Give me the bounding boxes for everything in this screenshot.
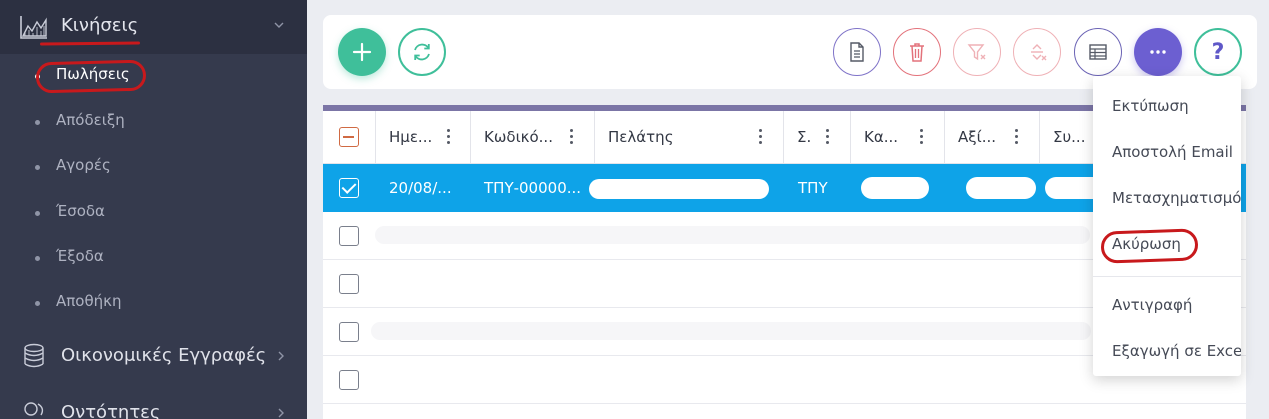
- cell-date: 20/08/...: [389, 179, 452, 197]
- column-menu-icon[interactable]: [759, 129, 763, 145]
- row-checkbox[interactable]: [339, 322, 359, 342]
- row-checkbox[interactable]: [339, 370, 359, 390]
- sidebar-group-ontotites[interactable]: Οντότητες: [0, 388, 307, 419]
- menu-item-send-email[interactable]: Αποστολή Email: [1093, 130, 1241, 176]
- red-circle-annotation: [1100, 228, 1199, 264]
- delete-button[interactable]: [893, 28, 941, 76]
- redacted-customer: [589, 179, 769, 199]
- sidebar-group-label: Οντότητες: [61, 402, 161, 419]
- column-header-label: Συ...: [1053, 128, 1086, 146]
- sidebar-item-label: Αποθήκη: [56, 292, 122, 310]
- column-menu-icon[interactable]: [570, 129, 574, 145]
- sidebar-item-apothiki[interactable]: Αποθήκη: [0, 281, 307, 325]
- column-header-label: Σ.: [797, 128, 812, 146]
- column-header-ka[interactable]: Κα...: [851, 111, 945, 164]
- cell-code: ΤΠΥ-00000...: [484, 179, 582, 197]
- sidebar-item-agores[interactable]: Αγορές: [0, 145, 307, 189]
- trash-icon: [910, 43, 924, 62]
- column-header-code[interactable]: Κωδικό...: [471, 111, 595, 164]
- column-menu-icon[interactable]: [1015, 129, 1019, 145]
- bullet-icon: [35, 211, 40, 216]
- menu-item-export-excel[interactable]: Εξαγωγή σε Excel: [1093, 329, 1241, 375]
- add-button[interactable]: [338, 28, 386, 76]
- column-header-date[interactable]: Ημε...: [376, 111, 471, 164]
- sidebar-item-exoda[interactable]: Έξοδα: [0, 236, 307, 280]
- menu-item-label: Εξαγωγή σε Excel: [1112, 342, 1241, 360]
- coins-icon: [24, 343, 44, 368]
- refresh-icon: [414, 43, 430, 61]
- bullet-icon: [35, 120, 40, 125]
- clear-filter-button[interactable]: [953, 28, 1001, 76]
- select-all-column: [323, 111, 376, 164]
- column-header-label: Πελάτης: [608, 128, 674, 146]
- redacted-cell: [966, 177, 1036, 199]
- more-options-button[interactable]: [1134, 28, 1182, 76]
- help-button[interactable]: ?: [1194, 28, 1242, 76]
- sidebar-item-label: Αγορές: [56, 156, 111, 174]
- sidebar-group-label: Οικονομικές Εγγραφές: [61, 345, 267, 366]
- column-menu-icon[interactable]: [447, 129, 451, 145]
- menu-item-label: Αποστολή Email: [1112, 143, 1233, 161]
- help-icon: ?: [1211, 39, 1225, 65]
- menu-item-label: Εκτύπωση: [1112, 97, 1189, 115]
- menu-item-print[interactable]: Εκτύπωση: [1093, 84, 1241, 130]
- sidebar-item-esoda[interactable]: Έσοδα: [0, 191, 307, 235]
- clear-sort-button[interactable]: [1013, 28, 1061, 76]
- chevron-down-icon: [274, 22, 284, 28]
- sidebar-group-oikonomikes-eggrafes[interactable]: Οικονομικές Εγγραφές: [0, 331, 307, 381]
- column-header-value[interactable]: Αξί...: [945, 111, 1040, 164]
- menu-item-label: Αντιγραφή: [1112, 296, 1193, 314]
- sidebar: Κινήσεις Πωλήσεις Απόδειξη Αγορές Έσοδα …: [0, 0, 307, 419]
- sidebar-item-apodeixi[interactable]: Απόδειξη: [0, 100, 307, 144]
- bullet-icon: [35, 301, 40, 306]
- sidebar-item-label: Έσοδα: [56, 202, 105, 220]
- redacted-row-content: [375, 226, 1090, 244]
- sort-clear-icon: [1031, 44, 1047, 61]
- column-header-label: Αξί...: [958, 128, 997, 146]
- sidebar-section-kiniseis[interactable]: Κινήσεις: [0, 0, 307, 54]
- users-icon: [24, 402, 44, 416]
- redacted-row-content: [371, 322, 1091, 340]
- chevron-right-icon: [278, 408, 284, 418]
- menu-divider: [1093, 276, 1241, 277]
- table-icon: [1089, 44, 1107, 60]
- row-checkbox[interactable]: [339, 226, 359, 246]
- area-chart-icon: [20, 16, 47, 39]
- filter-clear-icon: [967, 44, 986, 61]
- document-icon: [850, 42, 864, 62]
- bullet-icon: [35, 256, 40, 261]
- chevron-right-icon: [278, 351, 284, 361]
- sidebar-item-label: Απόδειξη: [56, 111, 125, 129]
- document-button[interactable]: [833, 28, 881, 76]
- row-checkbox[interactable]: [339, 274, 359, 294]
- column-header-customer[interactable]: Πελάτης: [595, 111, 784, 164]
- column-menu-icon[interactable]: [920, 129, 924, 145]
- sidebar-section-label: Κινήσεις: [61, 15, 139, 36]
- redacted-cell: [861, 177, 929, 199]
- column-header-label: Κα...: [864, 128, 899, 146]
- cell-series: ΤΠΥ: [798, 179, 828, 197]
- bullet-icon: [35, 165, 40, 170]
- more-options-menu: Εκτύπωση Αποστολή Email Μετασχηματισμός …: [1093, 76, 1241, 376]
- plus-icon: [352, 42, 372, 62]
- column-header-series[interactable]: Σ.: [784, 111, 851, 164]
- select-all-checkbox[interactable]: [339, 127, 359, 147]
- red-circle-annotation: [35, 59, 147, 94]
- column-header-label: Κωδικό...: [484, 128, 553, 146]
- row-checkbox[interactable]: [339, 178, 359, 198]
- column-header-label: Ημε...: [389, 128, 433, 146]
- ellipsis-icon: [1150, 50, 1166, 54]
- columns-button[interactable]: [1074, 28, 1122, 76]
- menu-item-transform[interactable]: Μετασχηματισμός: [1093, 176, 1241, 222]
- refresh-button[interactable]: [398, 28, 446, 76]
- menu-item-label: Μετασχηματισμός: [1112, 189, 1241, 207]
- sidebar-item-label: Έξοδα: [56, 247, 104, 265]
- column-menu-icon[interactable]: [826, 129, 830, 145]
- menu-item-copy[interactable]: Αντιγραφή: [1093, 283, 1241, 329]
